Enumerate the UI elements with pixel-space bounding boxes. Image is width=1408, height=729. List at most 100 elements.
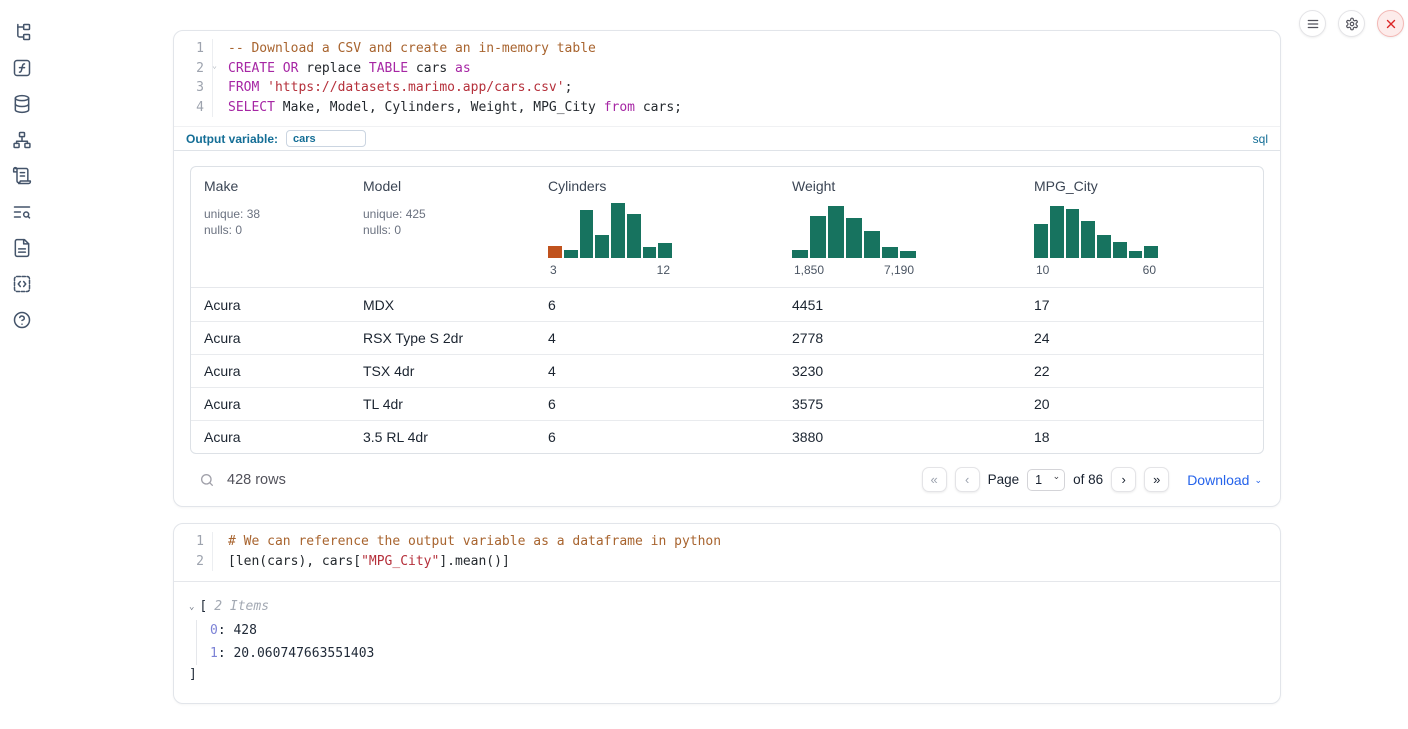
table-cell: 3880 [779, 421, 1021, 453]
histogram-bar [595, 235, 609, 258]
column-header-model[interactable]: Model unique: 425nulls: 0 [350, 167, 535, 287]
code-line[interactable]: 2[len(cars), cars["MPG_City"].mean()] [180, 552, 1272, 572]
code-token: "MPG_City" [361, 552, 439, 572]
first-page-button[interactable]: « [922, 467, 947, 492]
tree-entry: 0: 428 [210, 620, 1264, 643]
page-select[interactable]: 1 [1027, 469, 1065, 491]
sql-code-editor[interactable]: 1-- Download a CSV and create an in-memo… [174, 31, 1280, 126]
chevrons-left-icon: « [931, 473, 938, 486]
help-circle-icon [12, 310, 32, 330]
shutdown-button[interactable] [1377, 10, 1404, 37]
sidebar-button-code-box[interactable] [5, 266, 39, 302]
sidebar-button-file-tree[interactable] [5, 14, 39, 50]
table-cell: 6 [535, 288, 779, 321]
tree-entries: 0: 4281: 20.060747663551403 [196, 620, 1264, 665]
histogram-bar [864, 231, 880, 259]
histogram-bar [643, 247, 657, 258]
histogram-bar [1144, 246, 1158, 258]
code-token: cars; [635, 98, 682, 118]
gutter-divider [212, 78, 228, 98]
prev-page-button[interactable]: ‹ [955, 467, 980, 492]
sidebar-button-file-text[interactable] [5, 230, 39, 266]
column-header-cylinders[interactable]: Cylinders312 [535, 167, 779, 287]
histogram-bar [1081, 221, 1095, 258]
download-button[interactable]: Download ⌄ [1187, 472, 1262, 488]
sql-cell-output: Makeunique: 38nulls: 0 Model unique: 425nu… [174, 151, 1280, 506]
table-row[interactable]: Acura3.5 RL 4dr6388018 [191, 420, 1263, 453]
histogram-bar [882, 247, 898, 258]
table-cell: 4451 [779, 288, 1021, 321]
histogram-bar [548, 246, 562, 258]
table-cell: Acura [191, 355, 350, 387]
sidebar-button-help-circle[interactable] [5, 302, 39, 338]
histogram-bar [1129, 251, 1143, 258]
sidebar-button-text-search[interactable] [5, 194, 39, 230]
code-line[interactable]: 4SELECT Make, Model, Cylinders, Weight, … [180, 98, 1272, 118]
sidebar-button-scroll-text[interactable] [5, 158, 39, 194]
histogram-bar [658, 243, 672, 258]
scroll-text-icon [12, 166, 32, 186]
table-cell: Acura [191, 388, 350, 420]
chevron-down-icon: ⌄ [1254, 475, 1262, 486]
histogram-bar [846, 218, 862, 258]
code-line[interactable]: 2⌄CREATE OR replace TABLE cars as [180, 59, 1272, 79]
tree-close-bracket: ] [189, 665, 1264, 685]
column-name: Model [363, 178, 523, 194]
code-token: OR [283, 59, 299, 79]
last-page-button[interactable]: » [1144, 467, 1169, 492]
next-page-button[interactable]: › [1111, 467, 1136, 492]
table-search-button[interactable] [199, 472, 215, 488]
output-variable-input[interactable] [286, 130, 366, 147]
page-of-label: of 86 [1073, 472, 1103, 487]
histogram-bar [1113, 242, 1127, 259]
table-row[interactable]: AcuraTL 4dr6357520 [191, 387, 1263, 420]
database-icon [12, 94, 32, 114]
table-row[interactable]: AcuraMDX6445117 [191, 288, 1263, 321]
code-line[interactable]: 3FROM 'https://datasets.marimo.app/cars.… [180, 78, 1272, 98]
gutter-divider [212, 532, 228, 552]
table-cell: 20 [1021, 388, 1263, 420]
column-header-weight[interactable]: Weight1,8507,190 [779, 167, 1021, 287]
menu-button[interactable] [1299, 10, 1326, 37]
gutter-divider [212, 98, 228, 118]
histogram-bar [611, 203, 625, 258]
axis-max-label: 7,190 [884, 263, 914, 277]
histogram-bar [792, 250, 808, 258]
collapse-chevron-icon[interactable]: ⌄ [189, 598, 194, 616]
code-token: cars [408, 59, 455, 79]
code-box-icon [12, 274, 32, 294]
column-header-mpg_city[interactable]: MPG_City 1060 [1021, 167, 1263, 287]
code-token: as [455, 59, 471, 79]
sidebar-button-network[interactable] [5, 122, 39, 158]
histogram-bar [1050, 206, 1064, 258]
code-line[interactable]: 1# We can reference the output variable … [180, 532, 1272, 552]
column-name: MPG_City [1034, 178, 1251, 194]
column-header-make[interactable]: Makeunique: 38nulls: 0 [191, 167, 350, 287]
tree-item-count: 2 Items [214, 598, 269, 616]
code-token [275, 59, 283, 79]
table-row[interactable]: AcuraRSX Type S 2dr4277824 [191, 321, 1263, 354]
code-token [259, 78, 267, 98]
table-cell: MDX [350, 288, 535, 321]
python-code-editor[interactable]: 1# We can reference the output variable … [174, 524, 1280, 581]
python-cell: 1# We can reference the output variable … [173, 523, 1281, 704]
table-cell: 17 [1021, 288, 1263, 321]
sidebar-button-function-square[interactable] [5, 50, 39, 86]
table-row[interactable]: AcuraTSX 4dr4323022 [191, 354, 1263, 387]
axis-min-label: 3 [550, 263, 557, 277]
table-cell: 22 [1021, 355, 1263, 387]
histogram-bar [810, 216, 826, 258]
column-stats: unique: 425nulls: 0 [363, 206, 523, 238]
column-histogram: 1060 [1034, 203, 1251, 277]
code-line[interactable]: 1-- Download a CSV and create an in-memo… [180, 39, 1272, 59]
table-cell: Acura [191, 288, 350, 321]
settings-button[interactable] [1338, 10, 1365, 37]
table-body: AcuraMDX6445117AcuraRSX Type S 2dr427782… [191, 288, 1263, 453]
file-text-icon [12, 238, 32, 258]
fold-chevron-icon[interactable]: ⌄ [212, 62, 217, 70]
page-label: Page [988, 472, 1020, 487]
table-cell: Acura [191, 322, 350, 354]
column-name: Cylinders [548, 178, 767, 194]
gutter-divider [212, 39, 228, 59]
sidebar-button-database[interactable] [5, 86, 39, 122]
